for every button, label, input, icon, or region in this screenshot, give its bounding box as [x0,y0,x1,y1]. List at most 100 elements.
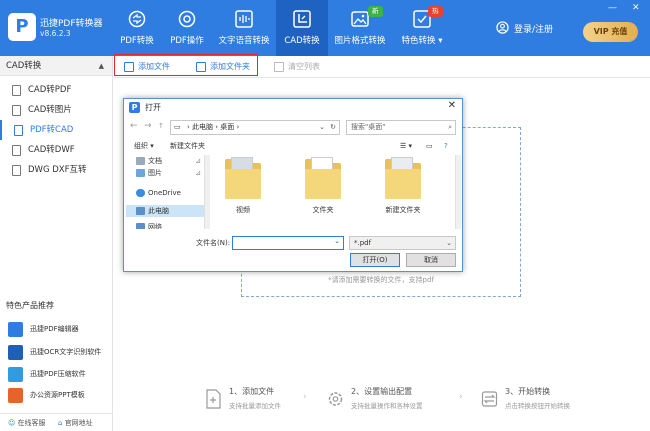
view-options-icon[interactable]: ☰ ▾ [400,139,412,153]
featured-ppt[interactable]: 办公资源PPT模板 [8,386,85,404]
pdf-editor-icon [8,322,23,337]
nav-cad-convert[interactable]: CAD转换 [276,0,328,56]
nav-pane-documents[interactable]: 文档 ⊿ [126,155,205,167]
open-button[interactable]: 打开(O) [350,253,400,267]
nav-pane-this-pc[interactable]: 此电脑 [126,205,205,217]
nav-text-speech[interactable]: 文字语音转换 [214,0,274,56]
nav-image-convert[interactable]: 图片格式转换 新 [330,0,390,56]
website-link[interactable]: ⌂ 官网地址 [58,414,93,431]
up-arrow-icon[interactable]: ↑ [158,122,164,130]
file-item-videos[interactable]: 视频 [214,157,272,215]
new-folder-button[interactable]: 新建文件夹 [170,139,205,153]
nav-pane-label: 文档 [148,157,162,165]
step-add-file: 1、添加文件 支持批量添加文件 [205,386,281,416]
cancel-button[interactable]: 取消 [406,253,456,267]
chevron-down-icon: ▾ [438,36,443,46]
featured-ocr[interactable]: 迅捷OCR文字识别软件 [8,343,101,361]
dialog-close-button[interactable]: ✕ [448,100,456,111]
vip-button[interactable]: VIP 充值 [583,22,638,42]
command-bar: 组织 ▾ 新建文件夹 ☰ ▾ ▭ ? [124,139,462,153]
file-item-folder[interactable]: 文件夹 [294,157,352,215]
login-link[interactable]: 登录/注册 [514,22,553,35]
sidebar-item-label: CAD转DWF [28,145,75,155]
convert-icon [128,10,146,28]
nav-pane-pictures[interactable]: 图片 ⊿ [126,167,205,179]
sidebar-item-pdf-to-cad[interactable]: PDF转CAD [0,120,112,140]
dialog-title: 打开 [145,103,161,112]
file-list-scrollbar[interactable] [455,155,461,229]
step-start: 3、开始转换 点击转换按钮开始转换 [481,386,570,416]
sidebar-item-cad-to-dwf[interactable]: CAD转DWF [0,140,112,160]
filename-row: 文件名(N): ⌄ *.pdf ⌄ [124,235,462,251]
title-bar: P 迅捷PDF转换器 v8.6.2.3 PDF转换 PDF操作 文字语音转换 C… [0,0,650,56]
support-label: 在线客服 [17,419,46,427]
refresh-icon[interactable]: ↻ [330,121,336,134]
image-icon [351,11,369,27]
step-title: 1、添加文件 [229,387,275,396]
nav-label: 特色转换 ▾ [401,36,443,46]
chevron-down-icon[interactable]: ⌄ [334,237,340,245]
forward-arrow-icon[interactable]: → [144,121,152,131]
close-button[interactable]: ✕ [632,3,640,13]
file-name: 文件夹 [312,206,334,214]
nav-label: CAD转换 [284,36,320,46]
sidebar-section-header[interactable]: CAD转换 ▲ [0,56,112,76]
nav-pdf-operations[interactable]: PDF操作 [162,0,212,56]
back-arrow-icon[interactable]: ← [130,121,138,131]
nav-label: 文字语音转换 [218,36,270,46]
waveform-icon [235,10,253,28]
home-icon: ⌂ [58,419,63,427]
file-icon [12,165,21,176]
sidebar-item-cad-to-image[interactable]: CAD转图片 [0,100,112,120]
featured-label: 迅捷OCR文字识别软件 [30,348,102,356]
clear-list-label: 清空列表 [288,62,320,71]
nav-label: PDF操作 [170,36,204,46]
sidebar-item-dwg-dxf[interactable]: DWG DXF互转 [0,160,112,180]
filetype-select[interactable]: *.pdf ⌄ [349,236,456,250]
nav-pane-label: 图片 [148,169,162,177]
address-bar[interactable]: ▭ › 此电脑 › 桌面 › ⌄ ↻ [170,120,340,135]
featured-pdf-compress[interactable]: 迅捷PDF压缩软件 [8,365,86,383]
help-icon[interactable]: ? [444,139,448,153]
app-logo: P [8,13,36,41]
featured-title: 特色产品推荐 [6,301,54,310]
minimize-button[interactable]: — [608,3,617,13]
website-label: 官网地址 [64,419,93,427]
video-folder-icon [225,157,261,199]
open-file-dialog: P 打开 ✕ ← → ↑ ▭ › 此电脑 › 桌面 › ⌄ ↻ 搜索"桌面" ⌕… [123,98,463,272]
sidebar-item-cad-to-pdf[interactable]: CAD转PDF [0,80,112,100]
nav-pane-network[interactable]: 网络 [126,221,205,229]
nav-pdf-convert[interactable]: PDF转换 [112,0,162,56]
trash-icon [274,62,284,72]
chevron-down-icon[interactable]: ⌄ [319,121,325,134]
sidebar-item-label: DWG DXF互转 [28,165,87,175]
section-title: CAD转换 [6,61,42,71]
filename-input[interactable]: ⌄ [232,236,344,250]
support-link[interactable]: ☺ 在线客服 [8,414,46,431]
search-input[interactable]: 搜索"桌面" ⌕ [346,120,456,135]
step-arrow-icon: › [459,392,463,402]
step-sub: 点击转换按钮开始转换 [505,402,570,410]
nav-special-convert[interactable]: 特色转换 ▾ 热 [392,0,452,56]
preview-pane-icon[interactable]: ▭ [426,139,433,153]
app-version: v8.6.2.3 [40,29,71,38]
cloud-icon [136,189,145,197]
ocr-icon [8,345,23,360]
clear-list-button[interactable]: 清空列表 [274,60,320,74]
file-name: 新建文件夹 [385,206,421,214]
nav-pane-onedrive[interactable]: OneDrive [126,187,205,199]
nav-pane-label: 此电脑 [148,207,169,215]
file-icon [14,125,23,136]
target-icon [178,10,196,28]
document-icon [206,389,221,409]
nav-pane-scrollbar[interactable] [204,155,210,229]
file-list: 视频 文件夹 新建文件夹 [214,157,454,223]
headset-icon: ☺ [8,419,16,427]
breadcrumb-desktop[interactable]: 桌面 [220,123,234,131]
featured-pdf-editor[interactable]: 迅捷PDF编辑器 [8,320,79,338]
breadcrumb-this-pc[interactable]: 此电脑 [192,123,213,131]
file-item-new-folder[interactable]: 新建文件夹 [374,157,432,215]
step-sub: 支持批量添加文件 [229,402,281,410]
organize-button[interactable]: 组织 ▾ [134,139,154,153]
file-icon [12,85,21,96]
